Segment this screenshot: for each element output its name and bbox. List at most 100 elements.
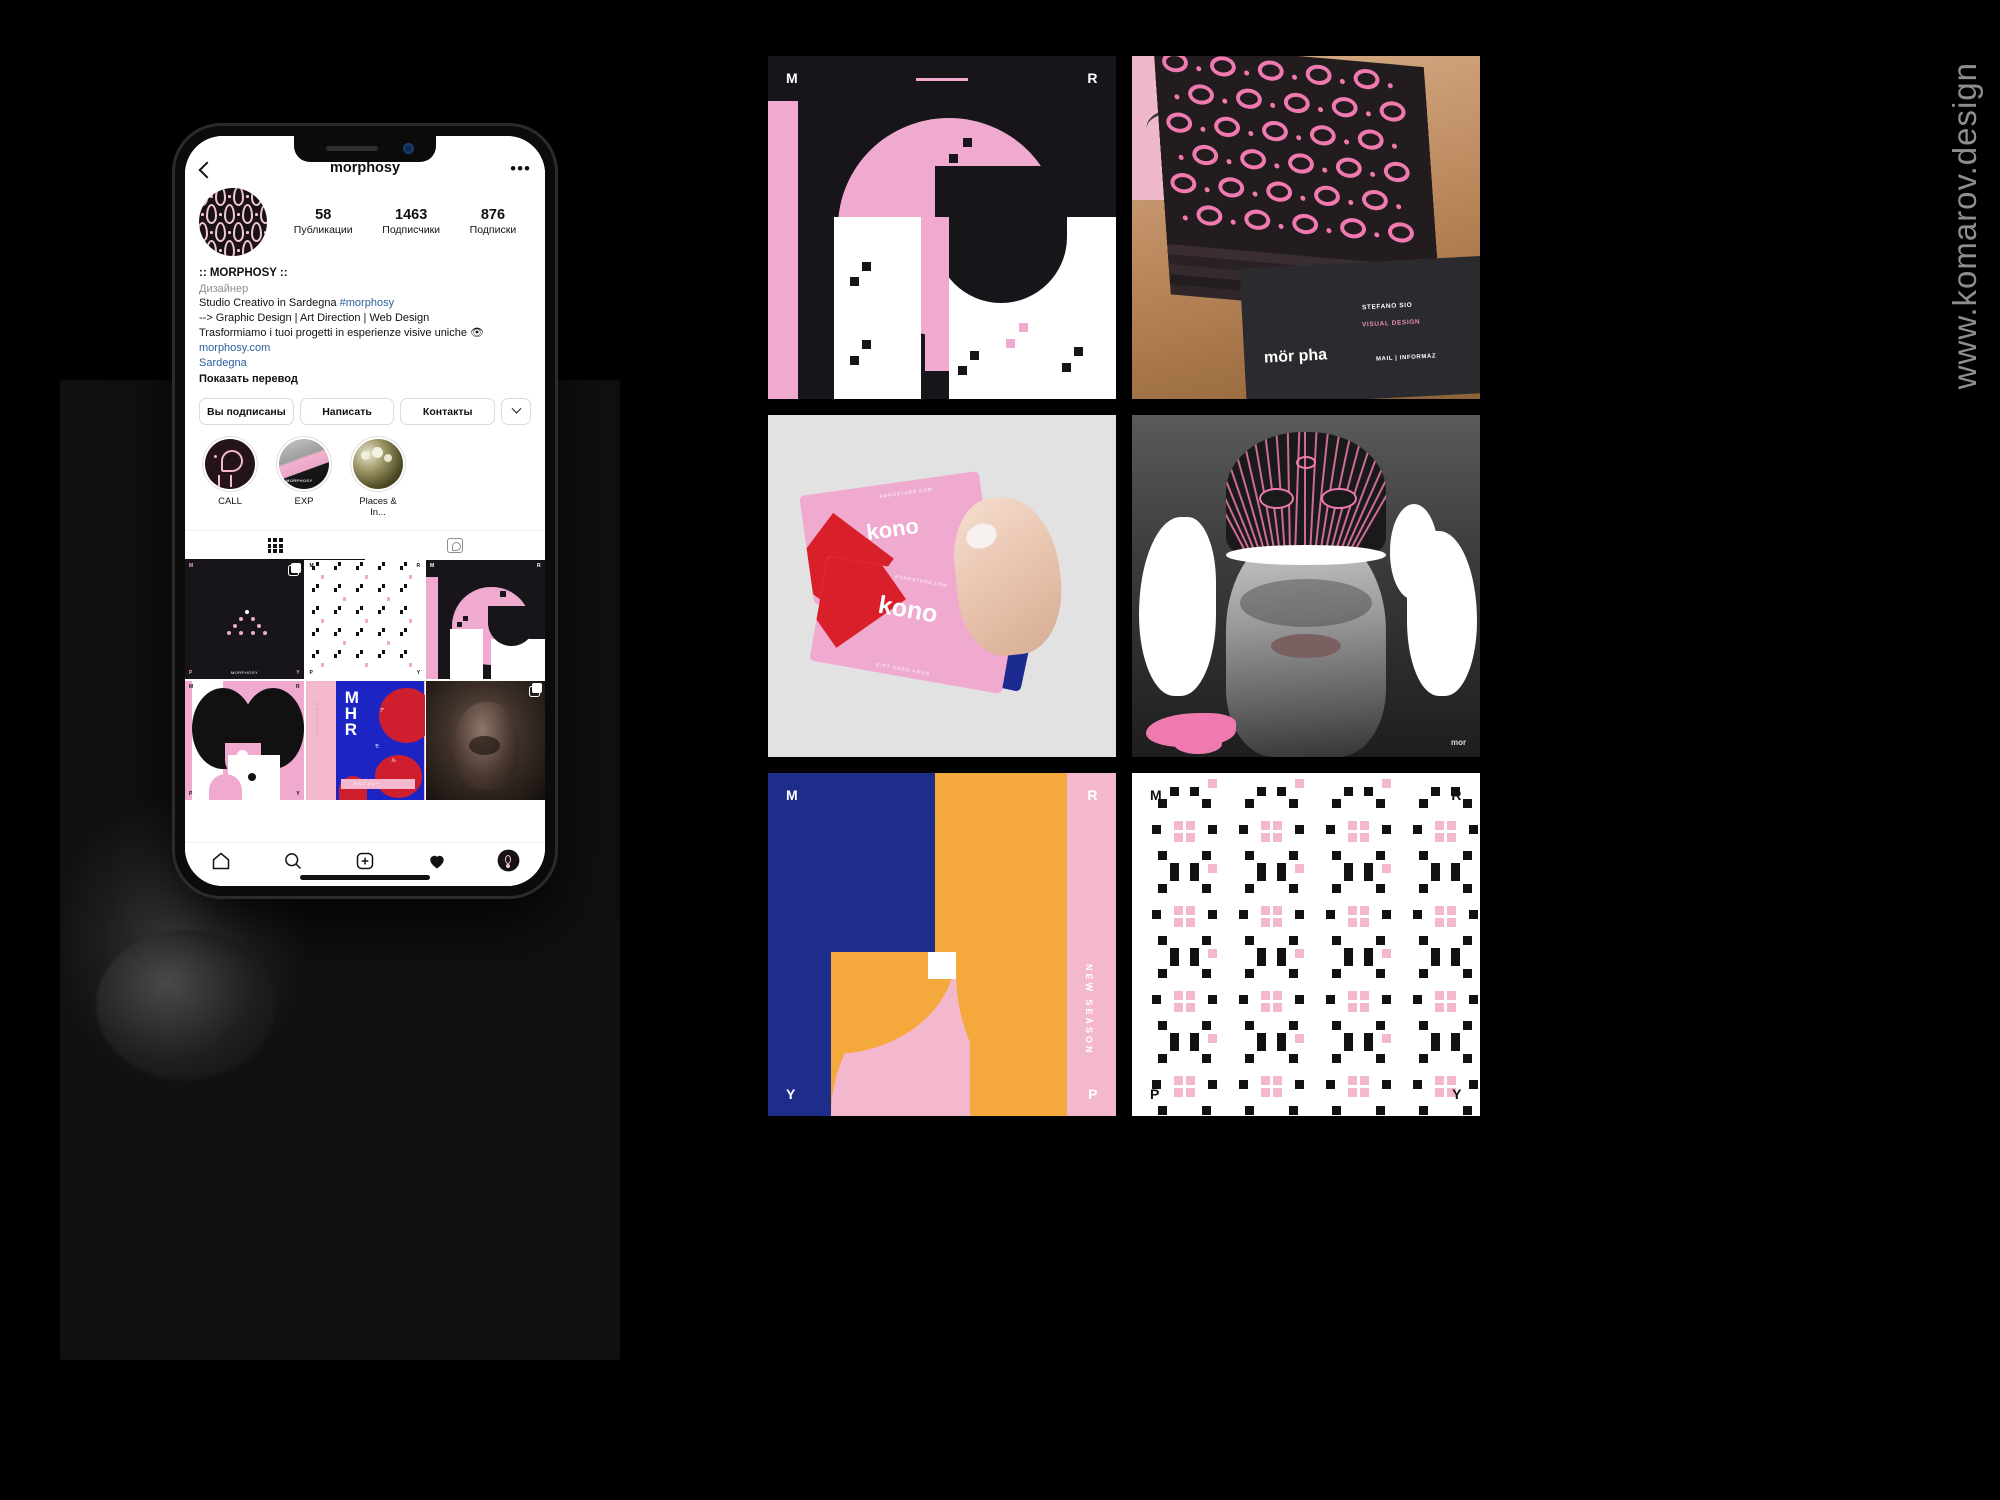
stat-posts[interactable]: 58 Публикации [294,206,353,238]
instagram-app: morphosy ••• 58 Публикации 1463 Подписчи… [185,136,545,886]
search-icon[interactable] [283,851,303,871]
stat-label: Подписчики [382,224,441,237]
profile-actions: Вы подписаны Написать Контакты [185,386,545,426]
thumb-illustration [96,930,276,1080]
front-camera-icon [403,143,414,154]
bio-hashtag[interactable]: #morphosy [340,297,394,309]
stat-label: Подписки [469,224,517,237]
tab-tagged[interactable] [365,531,545,560]
tile-watermark: mor [1450,738,1467,748]
heart-icon[interactable] [427,851,447,871]
tile-label-tl: M [786,787,799,804]
tile-divider [916,78,968,81]
more-options-icon[interactable]: ••• [510,160,531,177]
post-corner-br: Y [296,790,300,797]
gallery-tile-new-season[interactable]: M R Y P NEW SEASON [768,773,1116,1116]
grid-post-3[interactable]: M R [426,560,545,680]
highlight-places[interactable]: Places & In... [351,437,405,518]
grid-icon [267,538,283,554]
tile-label-bl: P [1150,1085,1160,1102]
bio-line-3: Trasformiamo i tuoi progetti in esperien… [199,327,485,340]
tile-label-tr: R [1451,787,1462,804]
message-button[interactable]: Написать [299,398,395,426]
highlight-label: Places & In... [359,496,397,519]
gallery-tile-kono-cards[interactable]: kono KONOSTORE.COM kono KONOSTORE.COM GI… [768,414,1116,758]
stat-following[interactable]: 876 Подписки [470,206,517,238]
grid-post-4[interactable]: M R P Y [185,680,304,800]
bio-category: Дизайнер [199,282,249,295]
post-corner-bl: P [309,670,314,677]
profile-bio: :: MORPHOSY :: Дизайнер Studio Creativo … [185,256,545,386]
bio-line-1-text: Studio Creativo in Sardegna [199,297,340,310]
highlight-label: EXP [294,496,314,508]
profile-avatar-icon[interactable] [499,850,519,871]
bio-location-link[interactable]: Sardegna [199,356,531,371]
post-center-label: MORPHOSY [230,670,259,676]
gallery-tile-business-cards[interactable]: mör pha STEFANO SIO VISUAL DESIGN MAIL |… [1132,56,1480,399]
site-watermark: www.komarov.design [1946,62,1983,390]
tile-label-br: P [1088,1085,1098,1102]
highlight-exp[interactable]: MORPHOSY EXP [277,437,331,518]
stat-followers[interactable]: 1463 Подписчики [382,206,440,238]
grid-post-5[interactable]: MHR ア モ ル モルフォレー MORPHOSY [305,680,425,800]
post-corner-tl: M [189,563,194,570]
back-chevron-icon[interactable] [198,161,216,179]
earpiece-speaker [326,146,378,151]
bio-display-name: :: MORPHOSY :: [199,267,288,279]
tile-label-br: Y [1452,1085,1462,1102]
kono-card-top-text: KONOSTORE.COM [879,486,934,499]
tab-grid[interactable] [185,531,365,561]
multi-photo-icon [529,683,542,697]
tile-label-bl: Y [786,1085,796,1102]
highlight-cover [353,439,403,490]
stat-label: Публикации [293,224,353,237]
chevron-down-icon [511,404,521,415]
phone-screen: morphosy ••• 58 Публикации 1463 Подписчи… [185,136,545,886]
kono-card-bottom-text: GIFT CARD KONO [875,662,931,677]
story-highlights: CALL MORPHOSY EXP Places & In... [185,425,545,518]
smartphone-device: morphosy ••• 58 Публикации 1463 Подписчи… [175,126,555,896]
create-post-icon[interactable] [355,851,375,871]
bio-line-2: --> Graphic Design | Art Direction | Web… [199,312,430,325]
tagged-icon [447,538,463,554]
page-title: morphosy [329,160,401,176]
highlight-ring: MORPHOSY [277,437,331,492]
stat-value: 1463 [395,207,428,224]
expand-actions-button[interactable] [501,398,532,426]
poster-canvas: www.komarov.design @morphosy morphosy ••… [0,0,2000,1500]
grid-post-6[interactable] [426,680,545,800]
post-corner-tr: R [536,563,541,570]
posts-grid: M P Y MORPHOSY M R P Y [185,560,545,800]
kono-card-mid-text: KONOSTORE.COM [894,574,949,589]
highlight-label: CALL [218,496,242,508]
highlight-cover [205,439,255,490]
grid-post-1[interactable]: M P Y MORPHOSY [185,560,304,680]
kono-card-big-text: kono [865,513,921,546]
highlight-call[interactable]: CALL [203,437,257,518]
post-corner-br: Y [296,670,300,677]
home-icon[interactable] [211,851,231,871]
post-corner-bl: P [189,790,193,797]
tile-label-tl: M [1150,787,1163,804]
multi-photo-icon [288,562,301,577]
following-button[interactable]: Вы подписаны [199,398,294,426]
phone-in-hand-mockup: morphosy ••• 58 Публикации 1463 Подписчи… [0,0,740,1500]
gallery-tile-geometric-dark[interactable]: M R [768,56,1116,399]
kono-card-big-text-2: kono [875,591,940,630]
home-indicator [300,875,430,880]
tile-label-tr: R [1087,787,1098,804]
show-translation-button[interactable]: Показать перевод [199,372,531,387]
bio-line-1: Studio Creativo in Sardegna #morphosy [199,296,531,311]
gallery-tile-portrait[interactable]: mor [1132,414,1480,758]
avatar[interactable] [199,188,267,256]
contacts-button[interactable]: Контакты [400,398,496,426]
bio-website-link[interactable]: morphosy.com [199,341,531,356]
tile-vertical-text: NEW SEASON [1084,964,1094,1056]
post-corner-tl: M [430,563,435,570]
profile-stats: 58 Публикации 1463 Подписчики 876 Подпис… [267,206,531,238]
profile-header: 58 Публикации 1463 Подписчики 876 Подпис… [185,180,545,256]
grid-post-2[interactable]: M R P Y [305,560,425,680]
post-corner-tl: M [189,683,194,690]
gallery-tile-dot-pattern[interactable]: M R P Y [1132,773,1480,1116]
portfolio-gallery: M R mör pha STEFANO SIO VISUAL DESIGN MA… [768,56,1480,1116]
